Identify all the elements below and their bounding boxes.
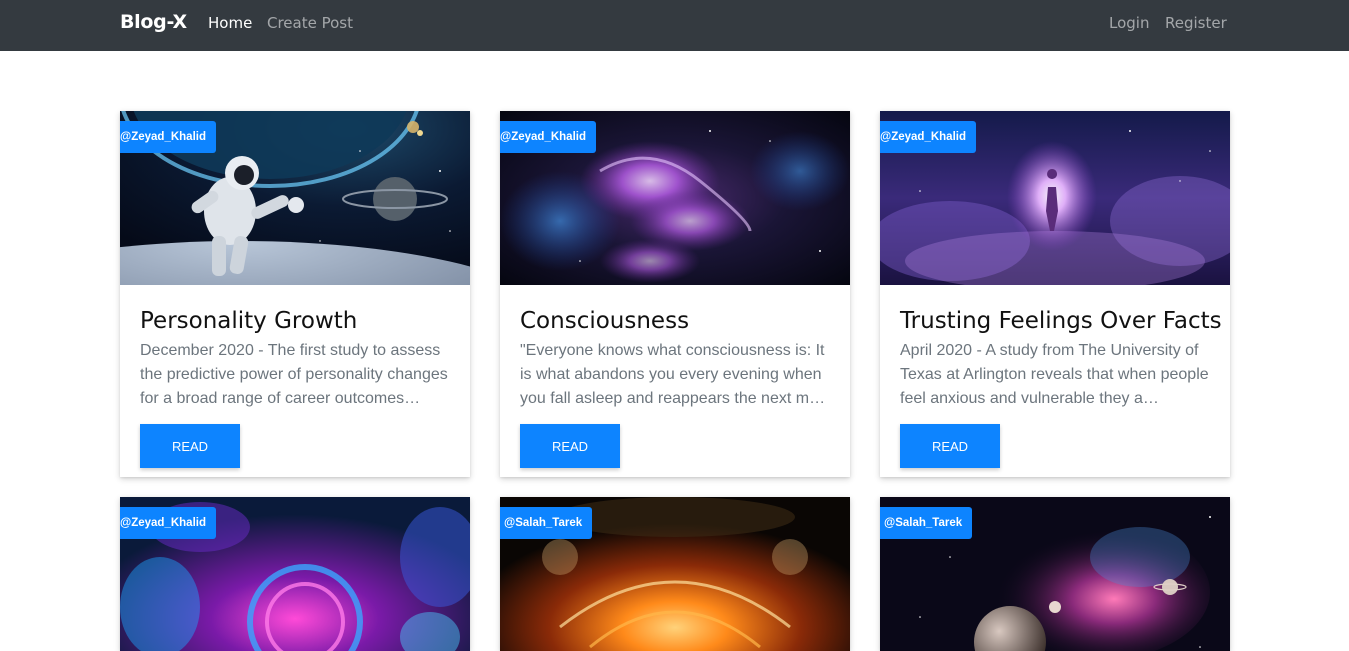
- post-title: Consciousness: [520, 308, 690, 334]
- author-badge[interactable]: @Salah_Tarek: [880, 507, 973, 539]
- post-card: @Zeyad_Khalid Consciousness "Everyone kn…: [500, 111, 850, 477]
- post-image-galaxy[interactable]: @Salah_Tarek: [880, 497, 1230, 651]
- post-image-portal[interactable]: @Zeyad_Khalid: [880, 111, 1230, 285]
- post-title: Personality Growth: [140, 308, 358, 334]
- author-badge[interactable]: @Zeyad_Khalid: [120, 507, 216, 539]
- post-card: @Zeyad_Khalid Personality Growth Decembe…: [120, 111, 470, 477]
- post-image-nebula[interactable]: @Zeyad_Khalid: [500, 111, 850, 285]
- author-badge[interactable]: @Zeyad_Khalid: [880, 121, 976, 153]
- navbar: Blog-X Home Create Post Login Register: [0, 0, 1349, 51]
- nav-link-register[interactable]: Register: [1165, 14, 1227, 32]
- author-badge[interactable]: @Zeyad_Khalid: [500, 121, 596, 153]
- post-image-psychedelic[interactable]: @Zeyad_Khalid: [120, 497, 470, 651]
- read-button[interactable]: READ: [140, 424, 240, 468]
- post-card: @Salah_Tarek: [500, 497, 850, 651]
- read-button[interactable]: READ: [520, 424, 620, 468]
- post-card: @Zeyad_Khalid Trusting Feelings Over Fac…: [880, 111, 1230, 477]
- post-card: @Salah_Tarek: [880, 497, 1230, 651]
- post-excerpt: April 2020 - A study from The University…: [900, 342, 1209, 407]
- nav-link-home[interactable]: Home: [208, 14, 252, 32]
- read-button[interactable]: READ: [900, 424, 1000, 468]
- author-badge[interactable]: @Salah_Tarek: [500, 507, 593, 539]
- post-excerpt: December 2020 - The first study to asses…: [140, 342, 448, 407]
- post-card: @Zeyad_Khalid: [120, 497, 470, 651]
- post-image-fractal[interactable]: @Salah_Tarek: [500, 497, 850, 651]
- post-excerpt: "Everyone knows what consciousness is: I…: [520, 342, 826, 407]
- nav-link-login[interactable]: Login: [1109, 14, 1149, 32]
- post-title: Trusting Feelings Over Facts: [900, 308, 1222, 334]
- nav-link-create-post[interactable]: Create Post: [267, 14, 353, 32]
- post-image-astronaut[interactable]: @Zeyad_Khalid: [120, 111, 470, 285]
- brand-logo[interactable]: Blog-X: [120, 11, 187, 33]
- author-badge[interactable]: @Zeyad_Khalid: [120, 121, 216, 153]
